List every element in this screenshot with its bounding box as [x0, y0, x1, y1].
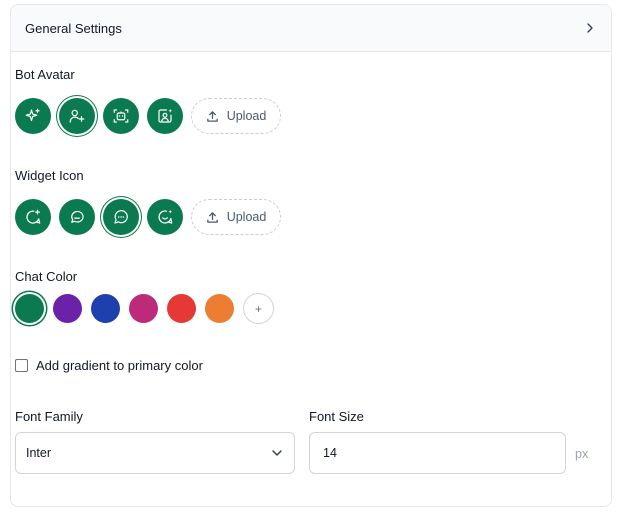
color-swatch[interactable] — [129, 294, 158, 323]
widget-icon-label: Widget Icon — [15, 168, 84, 183]
chevron-down-icon — [272, 450, 282, 456]
widget-option-chat-smile[interactable] — [147, 199, 183, 235]
avatar-option-bot[interactable] — [103, 98, 139, 134]
avatar-upload-button[interactable]: Upload — [191, 98, 281, 134]
widget-option-chat-dots[interactable] — [103, 199, 139, 235]
chat-color-options: + — [15, 293, 274, 324]
bot-scan-icon — [113, 109, 129, 123]
upload-icon — [206, 110, 218, 122]
image-sparkle-icon — [158, 108, 173, 123]
user-plus-icon — [69, 109, 85, 123]
color-swatch[interactable] — [53, 294, 82, 323]
chat-bubble-dots-icon — [114, 210, 128, 224]
font-size-label: Font Size — [309, 409, 364, 424]
chat-bubble-plus-icon — [26, 209, 41, 224]
chat-color-label: Chat Color — [15, 269, 78, 284]
upload-icon — [206, 211, 218, 223]
chevron-right-icon[interactable] — [583, 21, 597, 35]
widget-option-chat[interactable] — [59, 199, 95, 235]
font-size-value: 14 — [323, 446, 337, 460]
font-family-select[interactable]: Inter — [15, 432, 295, 474]
color-swatch[interactable] — [91, 294, 120, 323]
avatar-upload-label: Upload — [226, 109, 267, 123]
color-swatch[interactable] — [15, 294, 44, 323]
add-color-button[interactable]: + — [243, 293, 274, 324]
widget-icon-options: Upload — [15, 199, 281, 235]
bot-avatar-options: Upload — [15, 98, 281, 134]
panel-header[interactable]: General Settings — [11, 5, 611, 52]
font-size-input[interactable]: 14 — [309, 432, 566, 474]
widget-option-chat-plus[interactable] — [15, 199, 51, 235]
avatar-option-user-plus[interactable] — [59, 98, 95, 134]
font-family-label: Font Family — [15, 409, 83, 424]
widget-upload-button[interactable]: Upload — [191, 199, 281, 235]
gradient-checkbox[interactable] — [15, 359, 28, 372]
gradient-label: Add gradient to primary color — [36, 358, 203, 373]
widget-upload-label: Upload — [226, 210, 267, 224]
chat-bubble-icon — [71, 210, 84, 223]
color-swatch[interactable] — [205, 294, 234, 323]
avatar-option-image-sparkle[interactable] — [147, 98, 183, 134]
bot-avatar-label: Bot Avatar — [15, 67, 75, 82]
gradient-option[interactable]: Add gradient to primary color — [15, 358, 203, 373]
avatar-option-sparkles[interactable] — [15, 98, 51, 134]
color-swatch[interactable] — [167, 294, 196, 323]
font-size-unit: px — [575, 447, 589, 461]
sparkles-icon — [25, 108, 40, 122]
chat-bubble-smile-icon — [158, 209, 173, 224]
panel-title: General Settings — [25, 20, 122, 36]
font-family-value: Inter — [26, 446, 52, 460]
